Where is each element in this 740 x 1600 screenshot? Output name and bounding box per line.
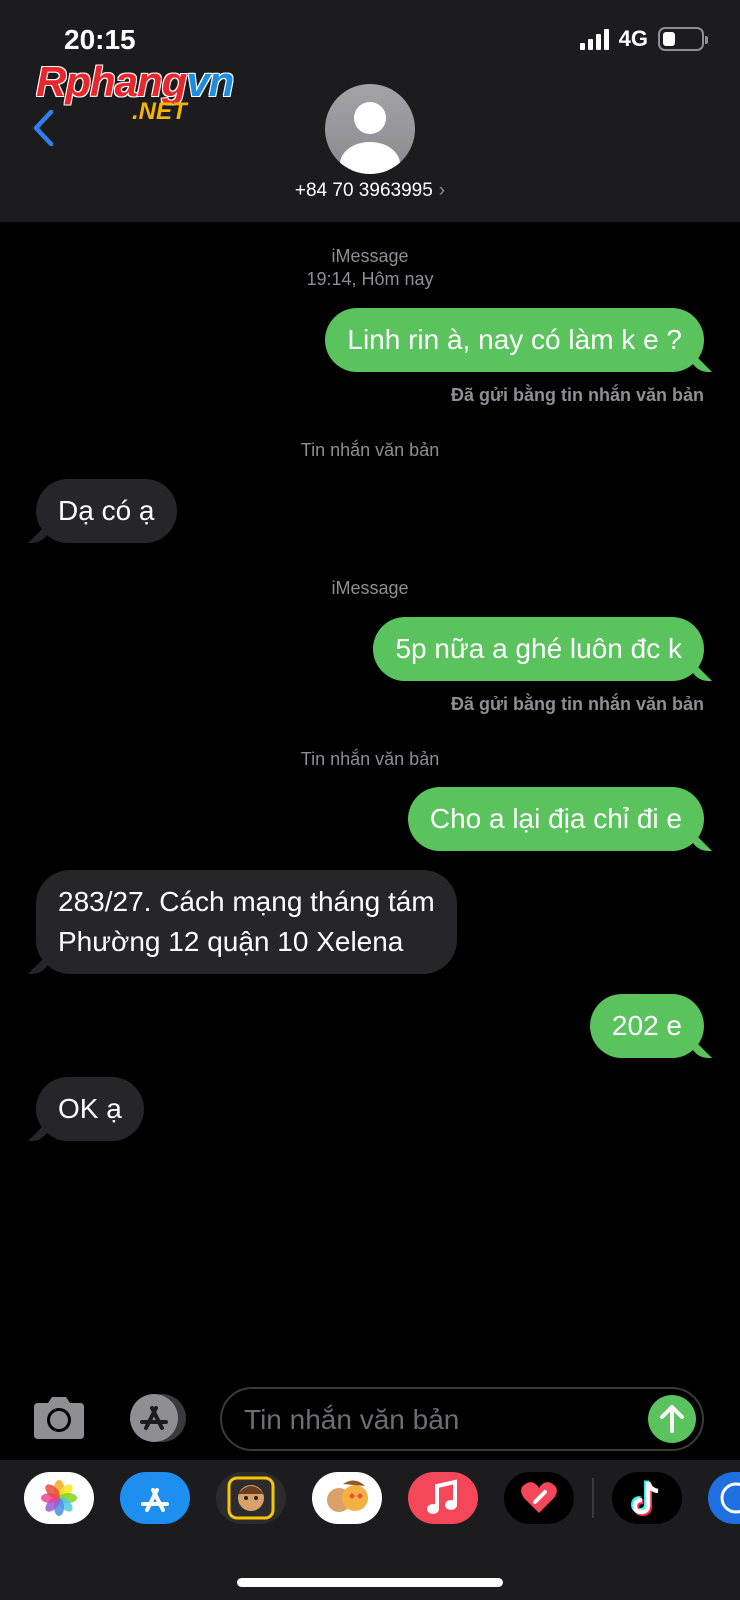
contact-avatar[interactable] bbox=[325, 84, 415, 174]
app-drawer bbox=[0, 1460, 740, 1600]
send-button[interactable] bbox=[648, 1395, 696, 1443]
app-store-icon bbox=[141, 1488, 169, 1512]
chevron-right-icon: › bbox=[438, 180, 446, 201]
person-icon bbox=[340, 102, 400, 174]
animoji-icon bbox=[327, 1480, 368, 1512]
memoji-icon bbox=[227, 1476, 275, 1520]
message-bubble-outgoing[interactable]: 5p nữa a ghé luôn đc k bbox=[373, 617, 704, 681]
watermark-domain: .NET bbox=[132, 98, 187, 125]
camera-button[interactable] bbox=[30, 1395, 88, 1441]
memoji-app[interactable] bbox=[216, 1472, 286, 1524]
photos-app[interactable] bbox=[24, 1472, 94, 1524]
signal-icon bbox=[579, 28, 609, 50]
meta-label: iMessage bbox=[331, 578, 409, 598]
music-app[interactable] bbox=[408, 1472, 478, 1524]
message-bubble-outgoing[interactable]: Linh rin à, nay có làm k e ? bbox=[325, 308, 704, 372]
status-indicators: 4G bbox=[579, 26, 708, 52]
message-bubble-incoming[interactable]: OK ạ bbox=[36, 1077, 144, 1141]
message-line: Phường 12 quận 10 Xelena bbox=[58, 926, 404, 957]
contact-number: +84 70 3963995 bbox=[294, 180, 433, 201]
delivery-status: Đã gửi bằng tin nhắn văn bản bbox=[450, 694, 704, 714]
photos-icon bbox=[41, 1480, 77, 1516]
message-bubble-outgoing[interactable]: Cho a lại địa chỉ đi e bbox=[407, 787, 704, 851]
meta-label: Tin nhắn văn bản bbox=[300, 749, 440, 769]
battery-icon bbox=[658, 27, 708, 51]
digital-touch-app[interactable] bbox=[504, 1472, 574, 1524]
meta-label: Tin nhắn văn bản bbox=[300, 440, 440, 460]
message-bubble-incoming[interactable]: 283/27. Cách mạng tháng tám Phường 12 qu… bbox=[36, 870, 457, 974]
heart-icon bbox=[521, 1482, 557, 1513]
message-line: 283/27. Cách mạng tháng tám bbox=[58, 886, 435, 917]
app-icon bbox=[720, 1482, 740, 1514]
watermark-text-b: vn bbox=[186, 58, 234, 105]
chevron-left-icon bbox=[33, 109, 54, 147]
back-button[interactable] bbox=[26, 106, 60, 150]
tiktok-app[interactable] bbox=[612, 1472, 682, 1524]
status-time: 20:15 bbox=[64, 24, 136, 55]
app-store-app[interactable] bbox=[120, 1472, 190, 1524]
contact-name-button[interactable]: +84 70 3963995 › bbox=[0, 180, 740, 202]
camera-icon bbox=[34, 1397, 84, 1439]
apps-button[interactable] bbox=[124, 1392, 188, 1444]
home-indicator[interactable] bbox=[237, 1578, 503, 1587]
conversation-header: 20:15 4G Rphangvn .NET +84 70 3963995 › bbox=[0, 0, 740, 222]
messages-screen: 20:15 4G Rphangvn .NET +84 70 3963995› bbox=[0, 0, 740, 1600]
message-bubble-outgoing[interactable]: 202 e bbox=[589, 994, 704, 1058]
network-type: 4G bbox=[618, 26, 648, 51]
watermark-logo: Rphangvn .NET bbox=[36, 58, 266, 128]
tray-divider bbox=[592, 1478, 594, 1518]
music-icon bbox=[427, 1479, 457, 1514]
arrow-up-icon bbox=[660, 1405, 684, 1433]
animoji-stickers-app[interactable] bbox=[312, 1472, 382, 1524]
message-bubble-incoming[interactable]: Dạ có ạ bbox=[36, 479, 177, 543]
message-input[interactable]: Tin nhắn văn bản bbox=[220, 1387, 704, 1451]
tiktok-icon bbox=[630, 1480, 659, 1517]
message-input-placeholder: Tin nhắn văn bản bbox=[244, 1404, 460, 1435]
delivery-status: Đã gửi bằng tin nhắn văn bản bbox=[450, 385, 704, 405]
app-store-icon bbox=[130, 1394, 186, 1442]
partial-app[interactable] bbox=[708, 1472, 740, 1524]
meta-label: iMessage 19:14, Hôm nay bbox=[306, 246, 434, 289]
